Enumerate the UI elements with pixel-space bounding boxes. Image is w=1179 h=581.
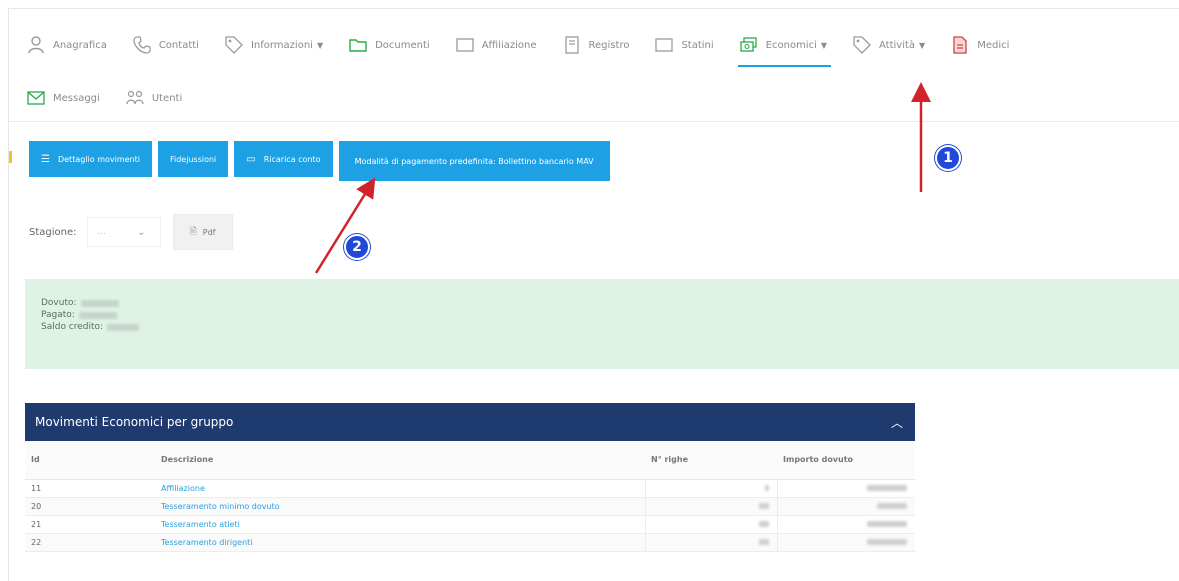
pdf-button[interactable]: 🗎 Pdf [172, 214, 233, 250]
nav-divider [9, 121, 1179, 122]
modalita-pagamento-button[interactable]: Modalità di pagamento predefinita: Bolle… [338, 141, 610, 181]
caret-down-icon: ▼ [820, 40, 828, 50]
envelope-icon [25, 88, 47, 108]
col-id[interactable]: Id [25, 441, 155, 480]
step-badge-2: 2 [344, 234, 370, 260]
cell-importo [776, 515, 915, 534]
document-icon: 🗎 [189, 227, 197, 237]
chevron-down-icon: ⌄ [137, 226, 146, 238]
fidejussioni-button[interactable]: Fidejussioni [157, 141, 229, 177]
nav-anagrafica[interactable]: Anagrafica [25, 35, 107, 55]
col-importo[interactable]: Importo dovuto [777, 441, 915, 480]
cell-id: 21 [25, 515, 155, 534]
frame-icon [454, 35, 476, 55]
pagato-line: Pagato: [41, 309, 1164, 321]
nav-label: Attività [879, 39, 916, 51]
cell-righe [644, 533, 777, 552]
cell-righe [644, 515, 777, 534]
tag-icon [851, 35, 873, 55]
col-descrizione[interactable]: Descrizione [155, 441, 645, 480]
tag-icon [223, 35, 245, 55]
caret-down-icon: ▼ [919, 40, 926, 50]
nav-medici[interactable]: Medici [949, 35, 1009, 55]
season-row: Stagione: ... ⌄ 🗎 Pdf [29, 214, 233, 250]
list-icon: ☰ [41, 153, 50, 165]
card-header[interactable]: Movimenti Economici per gruppo ︿ [25, 403, 915, 441]
frame-icon [653, 35, 675, 55]
nav-label: Contatti [158, 39, 199, 51]
cell-righe [644, 479, 777, 498]
caret-down-icon: ▼ [316, 40, 324, 50]
money-icon [738, 35, 760, 55]
nav-utenti[interactable]: Utenti [124, 88, 182, 108]
nav-messaggi[interactable]: Messaggi [25, 88, 100, 108]
table-row: 11 Affiliazione [25, 479, 915, 498]
col-righe[interactable]: N° righe [645, 441, 777, 480]
nav-registro[interactable]: Registro [561, 35, 630, 55]
nav-informazioni[interactable]: Informazioni ▼ [223, 35, 323, 55]
nav-affiliazione[interactable]: Affiliazione [454, 35, 537, 55]
dettaglio-movimenti-button[interactable]: ☰ Dettaglio movimenti [29, 141, 152, 177]
nav-statini[interactable]: Statini [653, 35, 714, 55]
season-label: Stagione: [29, 226, 77, 238]
left-accent-stripe [9, 151, 12, 163]
nav-label: Informazioni [250, 39, 313, 51]
redacted-value [78, 311, 117, 319]
cell-importo [776, 479, 915, 498]
cell-id: 22 [25, 533, 155, 552]
nav-attivita[interactable]: Attività ▼ [851, 35, 925, 55]
file-icon [949, 35, 971, 55]
nav-label: Utenti [151, 92, 183, 104]
nav-economici[interactable]: Economici ▼ [737, 35, 832, 67]
nav-label: Anagrafica [53, 39, 107, 51]
cell-id: 20 [25, 497, 155, 516]
person-icon [25, 35, 47, 55]
collapse-chevron-icon[interactable]: ︿ [891, 414, 903, 431]
movimenti-table: Id Descrizione N° righe Importo dovuto 1… [25, 441, 915, 552]
action-bar: ☰ Dettaglio movimenti Fidejussioni ▭ Ric… [29, 141, 610, 181]
nav-label: Medici [977, 39, 1010, 51]
summary-panel: Dovuto: Pagato: Saldo credito: [25, 279, 1179, 369]
nav-label: Documenti [375, 39, 430, 51]
redacted-value [107, 323, 140, 331]
movimenti-card: Movimenti Economici per gruppo ︿ Id Desc… [25, 403, 915, 581]
cell-importo [776, 533, 915, 552]
cell-desc-link[interactable]: Tesseramento minimo dovuto [155, 497, 645, 516]
cell-desc-link[interactable]: Tesseramento atleti [155, 515, 645, 534]
users-icon [124, 88, 146, 108]
phone-icon [131, 35, 153, 55]
nav-label: Affiliazione [481, 39, 537, 51]
ricarica-conto-button[interactable]: ▭ Ricarica conto [234, 141, 333, 177]
book-icon [561, 35, 583, 55]
top-nav: Anagrafica Contatti Informazioni ▼ Docum… [25, 31, 1033, 67]
nav-label: Messaggi [53, 92, 100, 104]
top-nav-row2: Messaggi Utenti [25, 87, 206, 109]
nav-label: Registro [588, 39, 630, 51]
card-title: Movimenti Economici per gruppo [35, 415, 234, 429]
nav-contatti[interactable]: Contatti [131, 35, 199, 55]
saldo-line: Saldo credito: [41, 321, 1164, 333]
cell-id: 11 [25, 479, 155, 498]
credit-card-icon: ▭ [246, 153, 256, 165]
cell-desc-link[interactable]: Affiliazione [155, 479, 645, 498]
folder-icon [347, 35, 369, 55]
redacted-value [80, 299, 119, 307]
table-row: 21 Tesseramento atleti [25, 515, 915, 534]
cell-righe [644, 497, 777, 516]
season-value: ... [97, 227, 107, 237]
season-select[interactable]: ... ⌄ [86, 217, 161, 247]
table-row: 22 Tesseramento dirigenti [25, 533, 915, 552]
nav-documenti[interactable]: Documenti [347, 35, 430, 55]
cell-desc-link[interactable]: Tesseramento dirigenti [155, 533, 645, 552]
dovuto-line: Dovuto: [41, 297, 1164, 309]
nav-label: Statini [681, 39, 714, 51]
app-frame: Anagrafica Contatti Informazioni ▼ Docum… [8, 8, 1179, 581]
table-row: 20 Tesseramento minimo dovuto [25, 497, 915, 516]
step-badge-1: 1 [935, 145, 961, 171]
cell-importo [776, 497, 915, 516]
nav-label: Economici [765, 39, 817, 51]
